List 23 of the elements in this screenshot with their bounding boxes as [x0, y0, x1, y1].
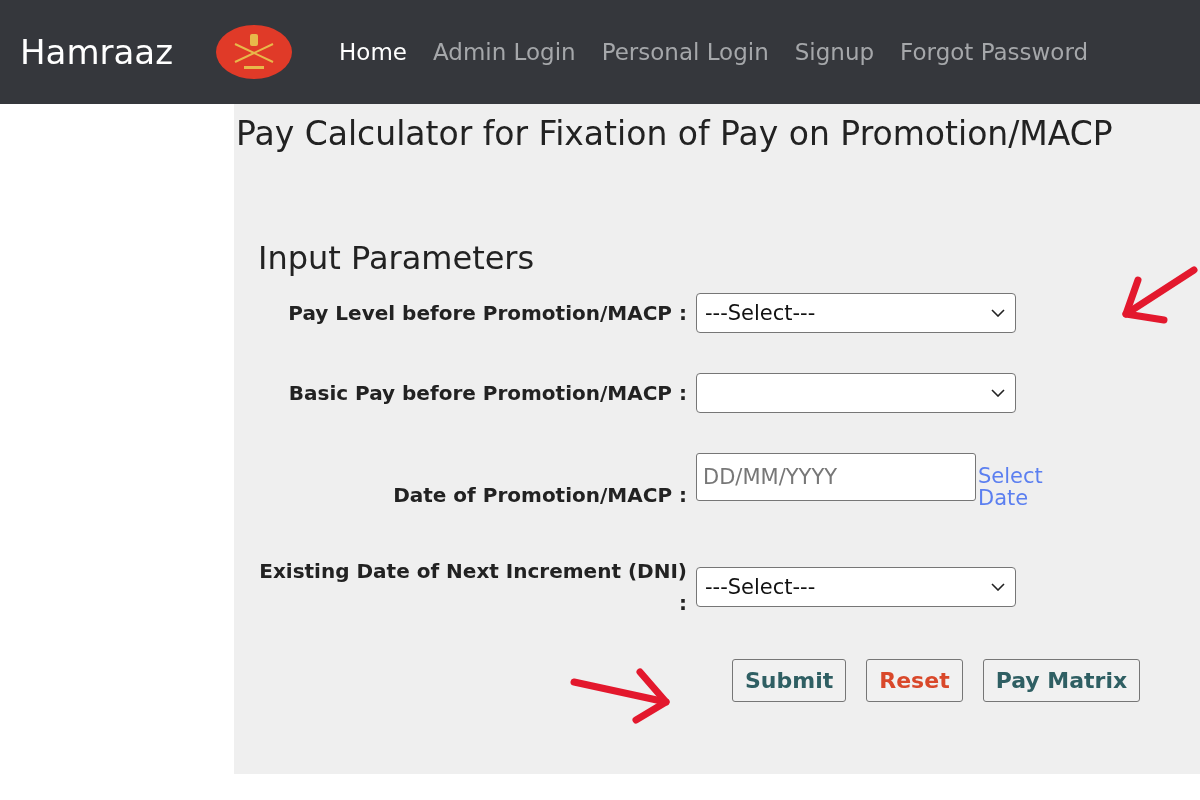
nav-link[interactable]: Forgot Password [900, 39, 1089, 65]
field-label: Basic Pay before Promotion/MACP : [287, 380, 688, 407]
select-field[interactable]: ---Select--- [696, 567, 1016, 607]
nav-link[interactable]: Signup [794, 39, 875, 65]
brand-name[interactable]: Hamraaz [20, 32, 174, 72]
nav-link[interactable]: Home [339, 39, 407, 65]
field-label: Pay Level before Promotion/MACP : [287, 300, 688, 327]
date-input[interactable]: DD/MM/YYYY [696, 453, 976, 501]
select-field[interactable] [696, 373, 1016, 413]
select-field[interactable]: ---Select--- [696, 293, 1016, 333]
field-label: Date of Promotion/MACP : [392, 482, 688, 509]
section-title: Input Parameters [258, 239, 536, 277]
form-button[interactable]: Pay Matrix [982, 659, 1141, 702]
field-label: Existing Date of Next Increment (DNI) : [258, 558, 688, 617]
chevron-icon [991, 309, 1005, 317]
chevron-icon [991, 389, 1005, 397]
page-title: Pay Calculator for Fixation of Pay on Promotion/MACP [236, 114, 1114, 153]
select-date-link[interactable]: Select Date [978, 465, 1050, 510]
nav-link[interactable]: Admin Login [432, 39, 576, 65]
chevron-icon [991, 583, 1005, 591]
nav-link[interactable]: Personal Login [601, 39, 769, 65]
form-button[interactable]: Submit [732, 659, 847, 702]
form-button[interactable]: Reset [866, 659, 963, 702]
